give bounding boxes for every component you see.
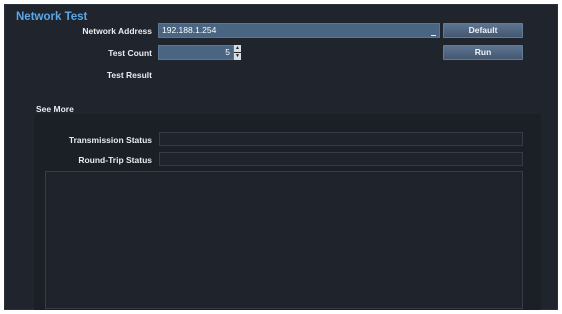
window-title: Network Test <box>16 11 88 23</box>
round-trip-status-field <box>159 152 523 166</box>
test-count-spinner[interactable]: ▲ ▼ <box>234 45 241 60</box>
run-button[interactable]: Run <box>443 45 523 60</box>
test-log-area[interactable] <box>45 171 523 309</box>
network-test-window: Network Test Network Address 192.188.1.2… <box>4 4 558 310</box>
transmission-status-field <box>159 132 523 146</box>
transmission-status-label: Transmission Status <box>68 135 152 145</box>
network-address-value: 192.188.1.254 <box>162 25 217 35</box>
spinner-up-icon[interactable]: ▲ <box>234 45 241 52</box>
network-address-input[interactable]: 192.188.1.254 <box>158 23 440 38</box>
text-caret-icon <box>431 35 436 36</box>
test-count-input[interactable]: 5 <box>158 45 234 60</box>
test-result-label: Test Result <box>106 70 152 80</box>
test-count-label: Test Count <box>108 48 152 58</box>
round-trip-status-label: Round-Trip Status <box>78 155 152 165</box>
network-address-label: Network Address <box>82 26 152 36</box>
see-more-heading: See More <box>36 104 74 114</box>
spinner-down-icon[interactable]: ▼ <box>234 53 241 60</box>
default-button[interactable]: Default <box>443 23 523 38</box>
